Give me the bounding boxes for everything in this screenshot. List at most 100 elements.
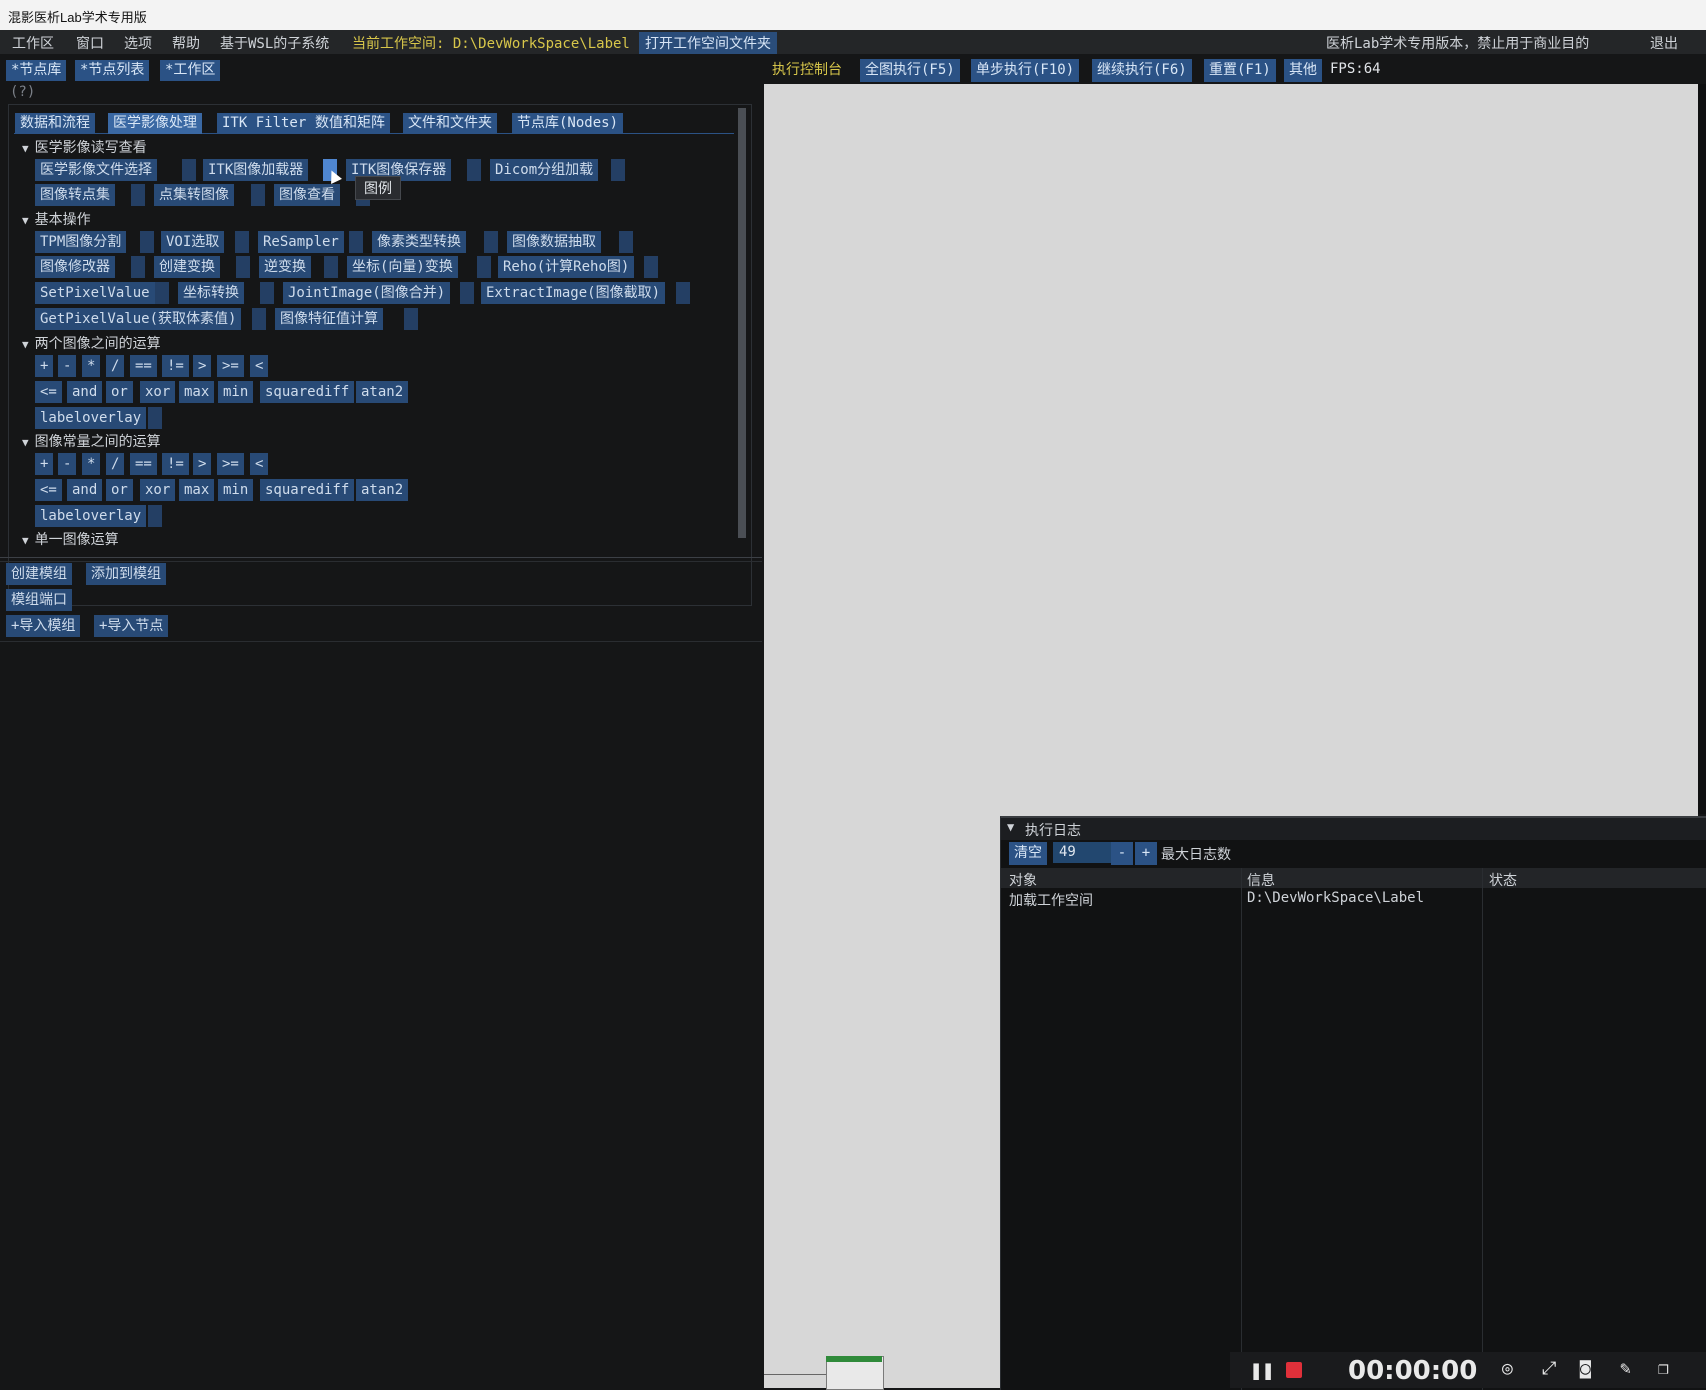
node-button[interactable]: 图像转点集 [35,184,115,206]
scrollbar[interactable] [738,108,746,538]
op-button[interactable]: labeloverlay [35,407,147,429]
op-button[interactable]: < [250,453,269,475]
op-button[interactable]: + [35,355,54,377]
help-hint[interactable]: (?) [10,84,35,100]
section-image-constant-ops[interactable]: ▼ 图像常量之间的运算 [22,431,161,451]
op-button[interactable]: <= [35,381,62,403]
import-node-button[interactable]: +导入节点 [94,615,169,637]
node-button[interactable]: 图像修改器 [35,256,115,278]
section-two-image-ops[interactable]: ▼ 两个图像之间的运算 [22,333,161,353]
op-button[interactable]: > [193,355,212,377]
menu-options[interactable]: 选项 [124,33,152,53]
tab-node-list[interactable]: *节点列表 [75,60,150,81]
op-button[interactable]: atan2 [356,381,409,403]
stop-record-icon[interactable] [1286,1362,1302,1378]
node-button[interactable]: 图像特征值计算 [275,308,383,330]
node-button[interactable]: 像素类型转换 [372,231,466,253]
import-module-button[interactable]: +导入模组 [6,615,81,637]
step-button[interactable]: 单步执行(F10) [971,59,1080,82]
node-button[interactable]: ExtractImage(图像截取) [481,282,666,304]
section-imaging-io[interactable]: ▼ 医学影像读写查看 [22,137,147,157]
exit-menu[interactable]: 退出 [1650,33,1678,53]
section-single-image-ops[interactable]: ▼ 单一图像运算 [22,529,119,549]
op-button[interactable]: < [250,355,269,377]
node-button[interactable]: 点集转图像 [154,184,234,206]
op-button[interactable]: != [162,355,189,377]
column-status[interactable]: 状态 [1489,870,1517,890]
node-button[interactable]: 坐标(向量)变换 [347,256,458,278]
op-button[interactable]: or [106,479,133,501]
op-button[interactable]: / [106,453,125,475]
op-button[interactable]: >= [217,355,244,377]
camera-icon[interactable]: ◙ [1580,1358,1591,1379]
node-button[interactable]: VOI选取 [161,231,225,253]
section-basic-ops[interactable]: ▼ 基本操作 [22,209,91,229]
op-button[interactable]: min [218,479,254,501]
collapse-triangle-icon[interactable]: ▼ [1007,820,1014,834]
op-button[interactable]: * [82,355,101,377]
node-button[interactable]: 逆变换 [259,256,311,278]
fullscreen-icon[interactable]: ⤢ [1542,1358,1556,1379]
op-button[interactable]: != [162,453,189,475]
op-button[interactable]: <= [35,479,62,501]
max-log-input[interactable]: 49 [1053,842,1113,863]
op-button[interactable]: == [130,355,157,377]
node-button[interactable]: 创建变换 [154,256,220,278]
op-button[interactable]: - [58,453,77,475]
pause-icon[interactable]: ❚❚ [1250,1358,1274,1382]
create-module-button[interactable]: 创建模组 [6,563,72,585]
op-button[interactable]: + [35,453,54,475]
node-button[interactable]: ReSampler [258,231,344,253]
decrement-button[interactable]: - [1111,842,1133,865]
op-button[interactable]: max [179,381,215,403]
menu-wsl[interactable]: 基于WSL的子系统 [220,33,329,53]
op-button[interactable]: squarediff [260,381,355,403]
op-button[interactable]: xor [140,479,176,501]
screenshot-region-icon[interactable]: ◎ [1502,1358,1513,1379]
add-to-module-button[interactable]: 添加到模组 [86,563,166,585]
node-button[interactable]: GetPixelValue(获取体素值) [35,308,242,330]
tab-workspace[interactable]: *工作区 [160,60,221,81]
clear-log-button[interactable]: 清空 [1009,842,1047,865]
node-button[interactable]: 医学影像文件选择 [35,159,157,181]
node-button[interactable]: JointImage(图像合并) [283,282,451,304]
node-button[interactable]: 坐标转换 [178,282,244,304]
menu-workspace[interactable]: 工作区 [12,33,54,53]
node-button[interactable]: 图像数据抽取 [507,231,601,253]
op-button[interactable]: xor [140,381,176,403]
op-button[interactable]: min [218,381,254,403]
op-button[interactable]: max [179,479,215,501]
menu-window[interactable]: 窗口 [76,33,104,53]
op-button[interactable]: - [58,355,77,377]
continue-button[interactable]: 继续执行(F6) [1092,59,1192,82]
op-button[interactable]: or [106,381,133,403]
node-button[interactable]: TPM图像分割 [35,231,127,253]
op-button[interactable]: == [130,453,157,475]
op-button[interactable]: atan2 [356,479,409,501]
cat-files[interactable]: 文件和文件夹 [403,113,497,134]
open-folder-button[interactable]: 打开工作空间文件夹 [639,32,777,54]
cat-matrix[interactable]: 数值和矩阵 [310,113,390,134]
op-button[interactable]: and [67,381,103,403]
run-all-button[interactable]: 全图执行(F5) [860,59,960,82]
op-button[interactable]: labeloverlay [35,505,147,527]
op-button[interactable]: squarediff [260,479,355,501]
column-object[interactable]: 对象 [1009,870,1037,890]
node-button[interactable]: Reho(计算Reho图) [498,256,635,278]
node-button[interactable]: SetPixelValue [35,282,155,304]
node-button[interactable]: Dicom分组加载 [490,159,599,181]
menu-help[interactable]: 帮助 [172,33,200,53]
window-icon[interactable]: ❐ [1658,1358,1669,1379]
increment-button[interactable]: + [1135,842,1157,865]
cat-itk-filter[interactable]: ITK Filter [217,113,312,134]
log-header[interactable]: ▼ 执行日志 [1001,818,1706,840]
node-button[interactable]: 图像查看 [274,184,340,206]
node-button[interactable]: ITK图像加载器 [203,159,309,181]
op-button[interactable]: > [193,453,212,475]
op-button[interactable]: / [106,355,125,377]
column-info[interactable]: 信息 [1247,870,1275,890]
cat-nodes[interactable]: 节点库(Nodes) [512,113,624,134]
op-button[interactable]: * [82,453,101,475]
op-button[interactable]: and [67,479,103,501]
op-button[interactable]: >= [217,453,244,475]
